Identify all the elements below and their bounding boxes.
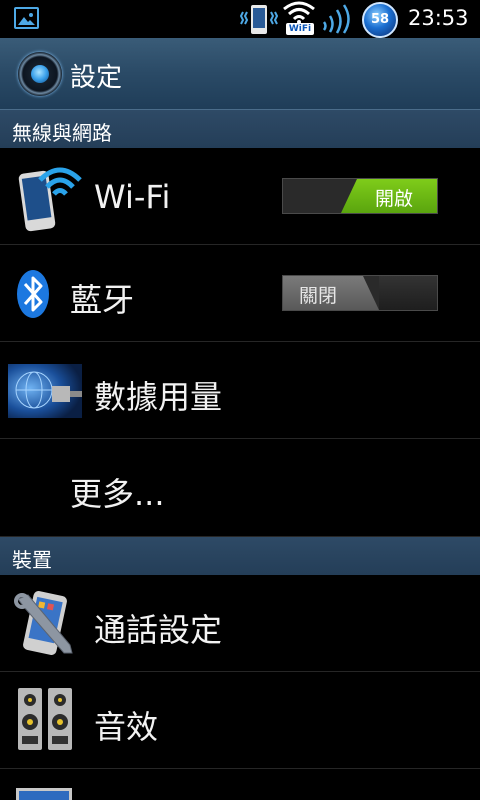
bluetooth-label: 藍牙 xyxy=(70,281,135,319)
toggle-label: 開啟 xyxy=(375,188,414,210)
display-icon xyxy=(16,787,72,800)
data-usage-icon xyxy=(8,364,82,422)
data-usage-label: 數據用量 xyxy=(94,378,223,416)
status-bar: WiFi 58 23:53 xyxy=(0,0,480,38)
page-title: 設定 xyxy=(70,63,123,93)
list-item-data-usage[interactable]: 數據用量 xyxy=(0,342,480,439)
list-item-sound[interactable]: 音效 xyxy=(0,672,480,769)
more-label: 更多... xyxy=(70,475,165,513)
sound-label: 音效 xyxy=(94,708,159,746)
wifi-toggle[interactable]: 開啟 xyxy=(282,178,438,214)
title-bar: 設定 xyxy=(0,38,480,110)
battery-icon: 58 xyxy=(362,2,398,38)
gallery-icon xyxy=(14,7,39,29)
wifi-label: Wi-Fi xyxy=(94,178,171,216)
list-item-bluetooth[interactable]: 藍牙 關閉 xyxy=(0,245,480,342)
wifi-tag: WiFi xyxy=(286,23,314,35)
list-item-more[interactable]: 更多... xyxy=(0,439,480,537)
bluetooth-toggle[interactable]: 關閉 xyxy=(282,275,438,311)
settings-icon[interactable] xyxy=(18,52,62,96)
call-settings-label: 通話設定 xyxy=(94,611,223,649)
toggle-track xyxy=(379,276,437,310)
section-header-label: 裝置 xyxy=(12,548,52,572)
battery-level: 58 xyxy=(370,12,390,27)
list-item-wifi[interactable]: Wi-Fi 開啟 xyxy=(0,148,480,245)
list-item-call-settings[interactable]: 通話設定 xyxy=(0,575,480,672)
phone-vibrate-icon xyxy=(239,2,279,36)
list-item-partial[interactable] xyxy=(0,769,480,800)
toggle-label: 關閉 xyxy=(299,285,338,307)
toggle-knob-on: 開啟 xyxy=(341,179,437,213)
wifi-phone-icon xyxy=(16,158,82,238)
speaker-icon xyxy=(16,686,74,756)
call-settings-icon xyxy=(14,589,76,663)
section-header-device: 裝置 xyxy=(0,537,480,575)
signal-icon xyxy=(320,4,354,34)
clock: 23:53 xyxy=(408,6,469,30)
section-header-label: 無線與網路 xyxy=(12,121,112,145)
section-header-wireless: 無線與網路 xyxy=(0,110,480,148)
bluetooth-icon xyxy=(16,269,50,323)
toggle-knob-off: 關閉 xyxy=(283,276,379,310)
